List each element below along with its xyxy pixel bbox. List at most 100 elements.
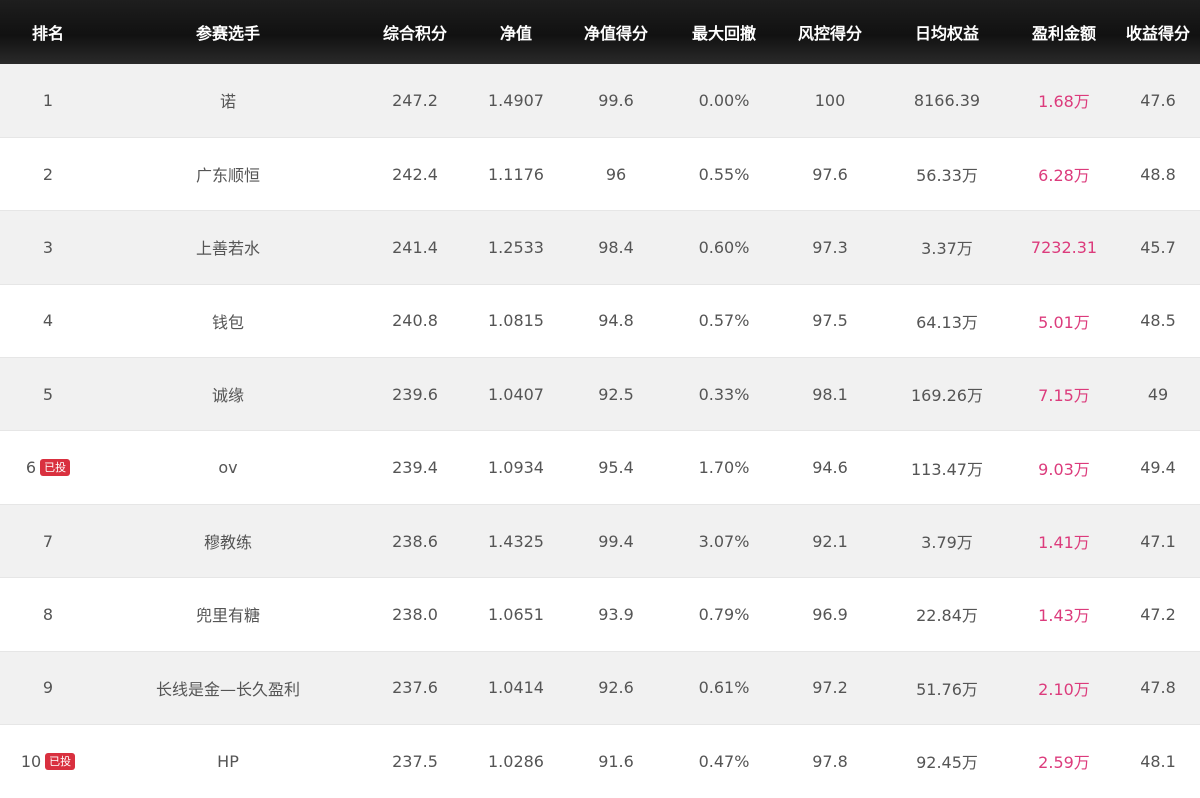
header-profit[interactable]: 盈利金额 [1012, 0, 1116, 64]
risk-score: 97.6 [778, 136, 882, 211]
header-nav[interactable]: 净值 [470, 0, 562, 64]
player-name[interactable]: 广东顺恒 [96, 136, 360, 211]
return-score: 48.8 [1116, 136, 1200, 211]
profit-amount: 2.10万 [1012, 650, 1116, 725]
table-body: 1 诺 247.2 1.4907 99.6 0.00% 100 8166.39 … [0, 64, 1200, 798]
table-row[interactable]: 8 兜里有糖 238.0 1.0651 93.9 0.79% 96.9 22.8… [0, 577, 1200, 652]
profit-amount: 6.28万 [1012, 136, 1116, 211]
player-name[interactable]: 钱包 [96, 283, 360, 358]
table-row[interactable]: 9 长线是金—长久盈利 237.6 1.0414 92.6 0.61% 97.2… [0, 650, 1200, 725]
table-row[interactable]: 4 钱包 240.8 1.0815 94.8 0.57% 97.5 64.13万… [0, 283, 1200, 358]
rank-number: 1 [42, 90, 54, 110]
composite-score: 247.2 [360, 64, 470, 138]
nav-score: 93.9 [562, 577, 670, 652]
rank-cell: 1 [0, 64, 96, 138]
header-nav-score[interactable]: 净值得分 [562, 0, 670, 64]
rank-cell: 3 [0, 210, 96, 285]
daily-equity: 113.47万 [882, 430, 1012, 505]
risk-score: 97.5 [778, 283, 882, 358]
nav-value: 1.0815 [470, 283, 562, 358]
player-name[interactable]: 兜里有糖 [96, 577, 360, 652]
max-drawdown: 0.00% [670, 64, 778, 138]
return-score: 47.8 [1116, 650, 1200, 725]
nav-value: 1.0651 [470, 577, 562, 652]
daily-equity: 92.45万 [882, 724, 1012, 798]
header-daily-equity[interactable]: 日均权益 [882, 0, 1012, 64]
ranking-table: 排名 参赛选手 综合积分 净值 净值得分 最大回撤 风控得分 日均权益 盈利金额… [0, 0, 1200, 798]
return-score: 49.4 [1116, 430, 1200, 505]
nav-score: 99.4 [562, 503, 670, 578]
return-score: 47.1 [1116, 503, 1200, 578]
return-score: 48.1 [1116, 724, 1200, 798]
nav-value: 1.2533 [470, 210, 562, 285]
return-score: 49 [1116, 357, 1200, 431]
invested-badge: 已投 [40, 459, 71, 477]
rank-cell: 2 [0, 136, 96, 211]
header-composite[interactable]: 综合积分 [360, 0, 470, 64]
max-drawdown: 0.61% [670, 650, 778, 725]
rank-cell: 4 [0, 283, 96, 358]
table-row[interactable]: 2 广东顺恒 242.4 1.1176 96 0.55% 97.6 56.33万… [0, 136, 1200, 211]
rank-number: 10 [20, 751, 42, 771]
profit-amount: 2.59万 [1012, 724, 1116, 798]
composite-score: 237.5 [360, 724, 470, 798]
risk-score: 97.8 [778, 724, 882, 798]
player-name[interactable]: HP [96, 724, 360, 798]
composite-score: 242.4 [360, 136, 470, 211]
nav-score: 98.4 [562, 210, 670, 285]
risk-score: 96.9 [778, 577, 882, 652]
profit-amount: 1.41万 [1012, 503, 1116, 578]
return-score: 47.6 [1116, 64, 1200, 138]
composite-score: 237.6 [360, 650, 470, 725]
nav-value: 1.1176 [470, 136, 562, 211]
header-player[interactable]: 参赛选手 [96, 0, 360, 64]
rank-cell: 10 已投 [0, 724, 96, 798]
nav-value: 1.4325 [470, 503, 562, 578]
table-row[interactable]: 7 穆教练 238.6 1.4325 99.4 3.07% 92.1 3.79万… [0, 503, 1200, 578]
return-score: 48.5 [1116, 283, 1200, 358]
nav-value: 1.0286 [470, 724, 562, 798]
player-name[interactable]: 诺 [96, 64, 360, 138]
table-header: 排名 参赛选手 综合积分 净值 净值得分 最大回撤 风控得分 日均权益 盈利金额… [0, 0, 1200, 64]
rank-cell: 8 [0, 577, 96, 652]
max-drawdown: 0.55% [670, 136, 778, 211]
composite-score: 239.6 [360, 357, 470, 431]
daily-equity: 169.26万 [882, 357, 1012, 431]
table-row[interactable]: 3 上善若水 241.4 1.2533 98.4 0.60% 97.3 3.37… [0, 210, 1200, 285]
max-drawdown: 0.47% [670, 724, 778, 798]
max-drawdown: 0.79% [670, 577, 778, 652]
composite-score: 238.0 [360, 577, 470, 652]
rank-cell: 9 [0, 650, 96, 725]
player-name[interactable]: 诚缘 [96, 357, 360, 431]
composite-score: 238.6 [360, 503, 470, 578]
player-name[interactable]: 上善若水 [96, 210, 360, 285]
table-row[interactable]: 6 已投 ov 239.4 1.0934 95.4 1.70% 94.6 113.… [0, 430, 1200, 505]
rank-number: 3 [42, 237, 54, 257]
nav-score: 96 [562, 136, 670, 211]
profit-amount: 5.01万 [1012, 283, 1116, 358]
nav-score: 92.5 [562, 357, 670, 431]
header-rank[interactable]: 排名 [0, 0, 96, 64]
table-row[interactable]: 5 诚缘 239.6 1.0407 92.5 0.33% 98.1 169.26… [0, 357, 1200, 431]
header-max-drawdown[interactable]: 最大回撤 [670, 0, 778, 64]
header-return-score[interactable]: 收益得分 [1116, 0, 1200, 64]
player-name[interactable]: 长线是金—长久盈利 [96, 650, 360, 725]
invested-badge: 已投 [45, 752, 76, 770]
daily-equity: 22.84万 [882, 577, 1012, 652]
max-drawdown: 1.70% [670, 430, 778, 505]
composite-score: 241.4 [360, 210, 470, 285]
table-row[interactable]: 10 已投 HP 237.5 1.0286 91.6 0.47% 97.8 92.… [0, 724, 1200, 798]
nav-value: 1.0934 [470, 430, 562, 505]
rank-number: 6 [25, 458, 37, 478]
rank-cell: 5 [0, 357, 96, 431]
player-name[interactable]: 穆教练 [96, 503, 360, 578]
nav-score: 92.6 [562, 650, 670, 725]
header-risk-score[interactable]: 风控得分 [778, 0, 882, 64]
daily-equity: 3.37万 [882, 210, 1012, 285]
player-name[interactable]: ov [96, 430, 360, 505]
nav-score: 95.4 [562, 430, 670, 505]
table-row[interactable]: 1 诺 247.2 1.4907 99.6 0.00% 100 8166.39 … [0, 64, 1200, 138]
profit-amount: 7232.31 [1012, 210, 1116, 285]
max-drawdown: 3.07% [670, 503, 778, 578]
risk-score: 92.1 [778, 503, 882, 578]
